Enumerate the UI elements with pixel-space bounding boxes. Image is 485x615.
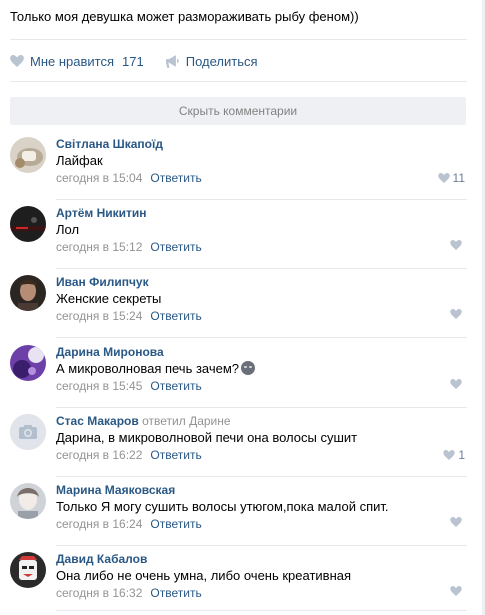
comment-time[interactable]: сегодня в 15:24: [56, 309, 142, 323]
like-label: Мне нравится: [30, 53, 115, 69]
comment-time[interactable]: сегодня в 15:12: [56, 240, 142, 254]
comment-text: Лайфак: [56, 153, 103, 168]
comment-item: Артём Никитин Лол сегодня в 15:12 Ответит…: [0, 200, 485, 269]
reply-button[interactable]: Ответить: [150, 517, 201, 531]
reply-button[interactable]: Ответить: [150, 240, 201, 254]
avatar[interactable]: [10, 137, 46, 173]
comment-like-count: 1: [458, 448, 465, 462]
comment-like-button[interactable]: [450, 309, 465, 319]
comment-author[interactable]: Давид Кабалов: [56, 552, 147, 566]
like-button[interactable]: Мне нравится 171: [10, 54, 144, 69]
post-actions: Мне нравится 171 Поделиться: [10, 52, 258, 70]
replied-label: ответил: [142, 414, 186, 428]
comment-meta: сегодня в 15:04 Ответить: [56, 171, 202, 185]
comment-item: Світлана Шкапоїд Лайфак сегодня в 15:04 О…: [0, 131, 485, 200]
comment-text: Лол: [56, 222, 80, 237]
comment-author[interactable]: Світлана Шкапоїд: [56, 137, 163, 151]
comment-text-content: А микроволновая печь зачем?: [56, 361, 240, 376]
comment-text: Дарина, в микроволновой печи она волосы …: [56, 430, 358, 445]
post-text: Только моя девушка может размораживать р…: [10, 9, 359, 24]
reply-button[interactable]: Ответить: [150, 448, 201, 462]
comment-like-button[interactable]: 11: [437, 171, 465, 185]
share-label: Поделиться: [185, 53, 258, 69]
reply-target[interactable]: Дарине: [189, 414, 230, 428]
heart-icon: [443, 450, 456, 460]
comment-time[interactable]: сегодня в 15:45: [56, 379, 142, 393]
divider: [56, 337, 467, 338]
comment-like-button[interactable]: [450, 517, 465, 527]
comment-meta: сегодня в 15:12 Ответить: [56, 240, 202, 254]
comment-time[interactable]: сегодня в 16:32: [56, 586, 142, 600]
heart-icon: [450, 309, 462, 319]
comment-meta: сегодня в 16:32 Ответить: [56, 586, 202, 600]
heart-icon: [450, 517, 462, 527]
divider: [10, 81, 467, 82]
comment-meta: сегодня в 15:24 Ответить: [56, 309, 202, 323]
share-button[interactable]: Поделиться: [165, 53, 258, 69]
comment-text: А микроволновая печь зачем?: [56, 361, 256, 376]
comment-like-button[interactable]: [450, 379, 465, 389]
avatar[interactable]: [10, 275, 46, 311]
comment-meta: сегодня в 16:24 Ответить: [56, 517, 202, 531]
comment-like-button[interactable]: [450, 240, 465, 250]
comment-item: Иван Филипчук Женские секреты сегодня в …: [0, 269, 485, 338]
comment-text: Она либо не очень умна, либо очень креат…: [56, 568, 352, 583]
heart-icon: [450, 586, 462, 596]
comment-item: Марина Маяковская Только Я могу сушить в…: [0, 477, 485, 546]
comment-time[interactable]: сегодня в 15:04: [56, 171, 142, 185]
heart-icon: [450, 240, 462, 250]
heart-icon: [10, 55, 24, 67]
comment-meta: сегодня в 16:22 Ответить: [56, 448, 202, 462]
avatar[interactable]: [10, 414, 46, 450]
comment-author[interactable]: Иван Филипчук: [56, 275, 149, 289]
comment-item: Стас Макаров ответил Дарине Дарина, в ми…: [0, 408, 485, 477]
camera-placeholder-icon: [10, 414, 46, 450]
comment-text: Женские секреты: [56, 291, 162, 306]
comment-author: Стас Макаров ответил Дарине: [56, 414, 231, 428]
reply-button[interactable]: Ответить: [150, 379, 201, 393]
comment-like-button[interactable]: [450, 586, 465, 596]
comment-author[interactable]: Артём Никитин: [56, 206, 147, 220]
comment-time[interactable]: сегодня в 16:22: [56, 448, 142, 462]
divider: [10, 39, 467, 40]
heart-icon: [437, 173, 450, 183]
reply-button[interactable]: Ответить: [150, 171, 201, 185]
avatar[interactable]: [10, 206, 46, 242]
comment-author[interactable]: Марина Маяковская: [56, 483, 175, 497]
hide-comments-button[interactable]: Скрыть комментарии: [10, 97, 466, 125]
heart-icon: [450, 379, 462, 389]
comment-meta: сегодня в 15:45 Ответить: [56, 379, 202, 393]
comment-item: Давид Кабалов Она либо не очень умна, ли…: [0, 546, 485, 615]
comment-text: Только Я могу сушить волосы утюгом,пока …: [56, 499, 389, 514]
avatar[interactable]: [10, 483, 46, 519]
avatar[interactable]: [10, 345, 46, 381]
emoji-icon: [241, 361, 256, 375]
reply-button[interactable]: Ответить: [150, 586, 201, 600]
comment-like-button[interactable]: 1: [443, 448, 465, 462]
comment-author-name[interactable]: Стас Макаров: [56, 414, 139, 428]
divider: [56, 610, 467, 611]
megaphone-icon: [165, 54, 179, 68]
avatar[interactable]: [10, 552, 46, 588]
comment-author[interactable]: Дарина Миронова: [56, 345, 164, 359]
reply-button[interactable]: Ответить: [150, 309, 201, 323]
like-count: 171: [122, 53, 144, 69]
comment-item: Дарина Миронова А микроволновая печь зач…: [0, 339, 485, 408]
comment-like-count: 11: [452, 171, 465, 185]
comment-time[interactable]: сегодня в 16:24: [56, 517, 142, 531]
